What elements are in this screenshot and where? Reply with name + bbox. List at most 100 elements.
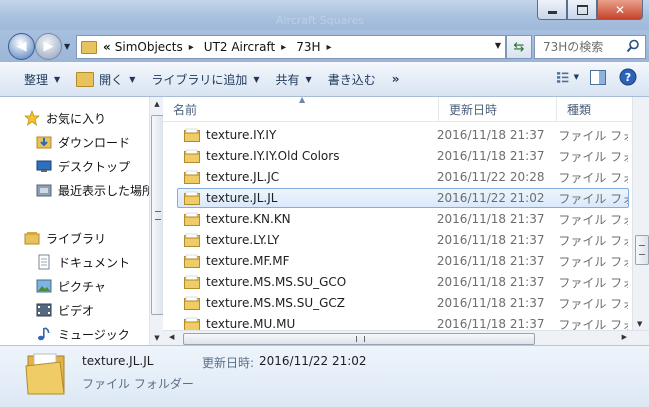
table-row[interactable]: texture.LY.LY 2016/11/18 21:37 ファイル フォ <box>177 230 629 250</box>
column-header-name[interactable]: ▲ 名前 <box>163 97 439 121</box>
folder-icon <box>184 170 200 184</box>
organize-button[interactable]: 整理 ▼ <box>16 66 68 92</box>
scroll-up-icon[interactable]: ▲ <box>150 97 164 111</box>
chevron-right-icon[interactable]: ▸ <box>281 42 286 53</box>
nav-item-label: お気に入り <box>46 111 107 126</box>
table-row[interactable]: texture.KN.KN 2016/11/18 21:37 ファイル フォ <box>177 209 629 229</box>
search-box[interactable] <box>534 35 646 59</box>
details-modified-value: 2016/11/22 21:02 <box>259 354 367 368</box>
nav-item-libraries[interactable]: ライブラリ <box>24 227 149 249</box>
overflow-label: « <box>103 40 111 54</box>
nav-item-documents[interactable]: ドキュメント <box>36 251 149 273</box>
chevron-down-icon: ▼ <box>54 74 61 84</box>
scroll-thumb[interactable] <box>183 333 535 345</box>
refresh-button[interactable]: ⇆ <box>506 35 532 59</box>
nav-item-desktop[interactable]: デスクトップ <box>36 155 149 177</box>
preview-pane-button[interactable] <box>587 66 609 88</box>
nav-item-recent-places[interactable]: 最近表示した場所 <box>36 179 149 201</box>
close-button[interactable]: ✕ <box>597 0 643 20</box>
grip-icon <box>155 211 161 220</box>
maximize-button[interactable] <box>567 0 597 20</box>
view-details-icon <box>557 72 569 83</box>
folder-icon <box>184 317 200 330</box>
grip-icon <box>639 245 645 255</box>
chevron-down-icon: ▼ <box>573 73 579 81</box>
chevron-right-icon[interactable]: ▸ <box>327 42 332 53</box>
column-header-date[interactable]: 更新日時 <box>439 97 557 121</box>
file-list-vertical-scrollbar[interactable]: ▼ <box>632 97 649 330</box>
close-icon: ✕ <box>614 2 626 17</box>
table-row[interactable]: texture.JL.JL 2016/11/22 21:02 ファイル フォ <box>177 188 629 208</box>
nav-item-downloads[interactable]: ダウンロード <box>36 131 149 153</box>
recent-pages-dropdown-icon[interactable]: ▼ <box>64 42 70 51</box>
nav-item-label: ビデオ <box>58 303 95 318</box>
breadcrumb-item[interactable]: SimObjects ▸ <box>113 37 202 57</box>
nav-item-favorites[interactable]: お気に入り <box>24 107 149 129</box>
add-to-library-button[interactable]: ライブラリに追加 ▼ <box>143 66 267 92</box>
scroll-down-icon[interactable]: ▼ <box>637 320 642 328</box>
change-view-button[interactable]: ▼ <box>557 66 579 88</box>
scroll-left-icon[interactable]: ◀ <box>169 333 174 341</box>
desktop-icon <box>36 158 52 174</box>
breadcrumb-item[interactable]: UT2 Aircraft ▸ <box>202 37 294 57</box>
file-list: ▲ 名前 更新日時 種類 texture.IY.IY 2016/11/18 21:… <box>163 97 649 330</box>
nav-item-music[interactable]: ミュージック <box>36 323 149 345</box>
address-history-dropdown-icon[interactable]: ▼ <box>495 41 501 50</box>
share-label: 共有 <box>275 72 300 87</box>
column-header-label: 種類 <box>567 102 592 117</box>
chevron-right-icon[interactable]: ▸ <box>189 42 194 53</box>
nav-item-videos[interactable]: ビデオ <box>36 299 149 321</box>
add-to-library-label: ライブラリに追加 <box>151 72 248 87</box>
scroll-down-icon[interactable]: ▼ <box>150 331 164 345</box>
help-icon: ? <box>619 68 637 86</box>
scroll-right-icon[interactable]: ▶ <box>622 333 627 341</box>
nav-item-pictures[interactable]: ピクチャ <box>36 275 149 297</box>
breadcrumb-item[interactable]: 73H ▸ <box>294 37 339 57</box>
table-row[interactable]: texture.IY.IY.Old Colors 2016/11/18 21:37… <box>177 146 629 166</box>
table-row[interactable]: texture.MF.MF 2016/11/18 21:37 ファイル フォ <box>177 251 629 271</box>
column-header-label: 名前 <box>173 102 198 117</box>
scroll-thumb[interactable] <box>635 235 649 265</box>
more-commands-button[interactable]: » <box>384 66 408 92</box>
title-bar[interactable]: Aircraft Squares ✕ <box>0 0 649 30</box>
table-row[interactable]: texture.IY.IY 2016/11/18 21:37 ファイル フォ <box>177 125 629 145</box>
breadcrumb-label: SimObjects <box>114 40 183 54</box>
file-date: 2016/11/18 21:37 <box>436 212 545 226</box>
file-type: ファイル フォ <box>558 275 628 290</box>
breadcrumb-label: 73H <box>296 40 321 54</box>
file-date: 2016/11/18 21:37 <box>436 317 545 330</box>
nav-item-label: デスクトップ <box>58 159 131 174</box>
folder-icon <box>184 191 200 205</box>
search-input[interactable] <box>541 39 631 55</box>
share-button[interactable]: 共有 ▼ <box>268 66 320 92</box>
breadcrumb-label: UT2 Aircraft <box>203 40 276 54</box>
table-row[interactable]: texture.MU.MU 2016/11/18 21:37 ファイル フォ <box>177 314 629 330</box>
nav-item-label: ミュージック <box>58 327 130 342</box>
search-icon[interactable] <box>626 39 640 53</box>
burn-button[interactable]: 書き込む <box>320 66 384 92</box>
address-bar[interactable]: « SimObjects ▸ UT2 Aircraft ▸ 73H ▸ ▼ <box>76 35 506 59</box>
navigation-scrollbar[interactable]: ▲ ▼ <box>149 97 164 345</box>
sort-ascending-icon: ▲ <box>299 97 306 104</box>
open-button[interactable]: 開く ▼ <box>68 66 143 92</box>
explorer-window: Aircraft Squares ✕ ◀ ▶ ▼ « SimObjects ▸ U… <box>0 0 649 407</box>
file-list-horizontal-scrollbar[interactable]: ◀ ▶ <box>163 330 649 346</box>
file-date: 2016/11/18 21:37 <box>436 149 545 163</box>
folder-icon <box>184 212 200 226</box>
file-date: 2016/11/18 21:37 <box>436 254 545 268</box>
forward-arrow-icon: ▶ <box>43 39 54 54</box>
refresh-icon: ⇆ <box>513 39 525 55</box>
burn-label: 書き込む <box>327 72 376 87</box>
back-button[interactable]: ◀ <box>8 33 35 60</box>
table-row[interactable]: texture.MS.MS.SU_GCO 2016/11/18 21:37 ファイル… <box>177 272 629 292</box>
breadcrumb-overflow[interactable]: « <box>101 37 113 57</box>
file-type: ファイル フォ <box>558 233 628 248</box>
minimize-button[interactable] <box>537 0 567 20</box>
help-button[interactable]: ? <box>617 66 639 88</box>
table-row[interactable]: texture.JL.JC 2016/11/22 20:28 ファイル フォ <box>177 167 629 187</box>
table-row[interactable]: texture.MS.MS.SU_GCZ 2016/11/18 21:37 ファイル… <box>177 293 629 313</box>
details-file-name: texture.JL.JL <box>82 354 154 368</box>
file-type: ファイル フォ <box>558 317 628 331</box>
forward-button[interactable]: ▶ <box>35 33 62 60</box>
details-file-type: ファイル フォルダー <box>82 377 194 391</box>
